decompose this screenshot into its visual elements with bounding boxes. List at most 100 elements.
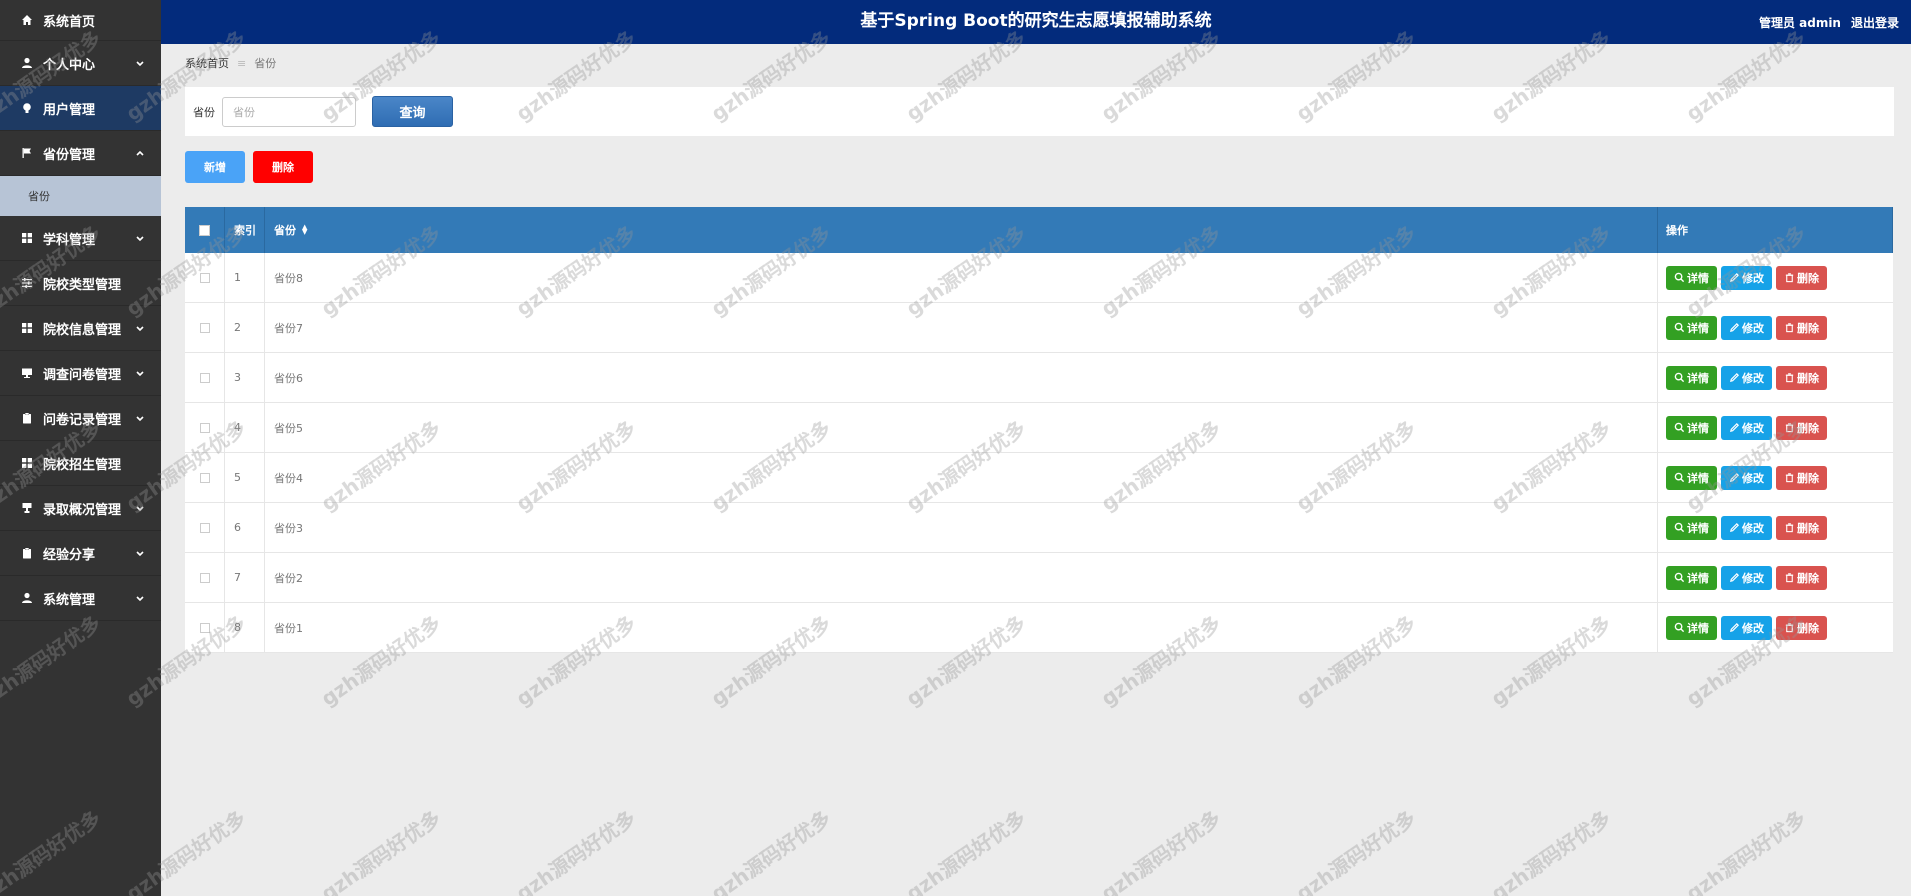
- detail-button[interactable]: 详情: [1666, 415, 1717, 440]
- chevron-down-icon: [135, 593, 145, 603]
- detail-label: 详情: [1687, 271, 1709, 285]
- clipboard-icon: [20, 411, 34, 425]
- table-header: 索引 省份 ▲ ▼ 操作: [185, 207, 1893, 253]
- detail-button[interactable]: 详情: [1666, 365, 1717, 390]
- trash-icon: [1784, 622, 1795, 633]
- row-checkbox[interactable]: [199, 422, 210, 433]
- edit-button[interactable]: 修改: [1721, 315, 1772, 340]
- logout-link[interactable]: 退出登录: [1851, 14, 1899, 31]
- detail-button[interactable]: 详情: [1666, 315, 1717, 340]
- edit-button[interactable]: 修改: [1721, 515, 1772, 540]
- watermark-text: gzh源码好优多: [1681, 805, 1811, 896]
- sidebar-item-5[interactable]: 学科管理: [0, 216, 161, 261]
- row-checkbox[interactable]: [199, 372, 210, 383]
- delete-label: 删除: [1797, 521, 1819, 535]
- row-province: 省份1: [274, 621, 303, 635]
- sidebar-item-label: 用户管理: [43, 102, 96, 118]
- edit-icon: [1729, 622, 1740, 633]
- sidebar-item-7[interactable]: 院校信息管理: [0, 306, 161, 351]
- sidebar-item-9[interactable]: 问卷记录管理: [0, 396, 161, 441]
- table-row: 2 省份7 详情 修改 删除: [185, 303, 1893, 353]
- edit-button[interactable]: 修改: [1721, 615, 1772, 640]
- row-province: 省份4: [274, 471, 303, 485]
- edit-button[interactable]: 修改: [1721, 365, 1772, 390]
- row-checkbox[interactable]: [199, 622, 210, 633]
- sidebar-subitem-province[interactable]: 省份: [0, 176, 161, 216]
- batch-delete-button[interactable]: 删除: [253, 151, 313, 183]
- detail-button[interactable]: 详情: [1666, 615, 1717, 640]
- sidebar-item-label: 系统首页: [43, 14, 96, 30]
- watermark-text: gzh源码好优多: [1096, 805, 1226, 896]
- delete-button[interactable]: 删除: [1776, 265, 1827, 290]
- search-icon: [1674, 472, 1685, 483]
- delete-button[interactable]: 删除: [1776, 615, 1827, 640]
- detail-button[interactable]: 详情: [1666, 515, 1717, 540]
- bulb-icon: [20, 101, 34, 115]
- sidebar-item-4[interactable]: 省份管理: [0, 131, 161, 176]
- sidebar-item-13[interactable]: 系统管理: [0, 576, 161, 621]
- add-button[interactable]: 新增: [185, 151, 245, 183]
- sidebar-item-8[interactable]: 调查问卷管理: [0, 351, 161, 396]
- row-index: 3: [234, 371, 241, 384]
- sidebar-item-label: 院校类型管理: [43, 277, 122, 293]
- table-row: 7 省份2 详情 修改 删除: [185, 553, 1893, 603]
- trash-icon: [1784, 322, 1795, 333]
- header-ops: 操作: [1666, 224, 1688, 237]
- edit-label: 修改: [1742, 421, 1764, 435]
- sort-icon[interactable]: ▲ ▼: [302, 224, 307, 236]
- edit-icon: [1729, 472, 1740, 483]
- edit-button[interactable]: 修改: [1721, 265, 1772, 290]
- row-checkbox[interactable]: [199, 522, 210, 533]
- search-panel: 省份 查询: [185, 87, 1894, 136]
- edit-icon: [1729, 272, 1740, 283]
- detail-label: 详情: [1687, 371, 1709, 385]
- sidebar-item-3[interactable]: 用户管理: [0, 86, 161, 131]
- query-button[interactable]: 查询: [372, 96, 453, 127]
- grid-icon: [20, 321, 34, 335]
- search-icon: [1674, 622, 1685, 633]
- delete-button[interactable]: 删除: [1776, 565, 1827, 590]
- detail-button[interactable]: 详情: [1666, 465, 1717, 490]
- delete-button[interactable]: 删除: [1776, 315, 1827, 340]
- edit-button[interactable]: 修改: [1721, 415, 1772, 440]
- edit-icon: [1729, 422, 1740, 433]
- detail-button[interactable]: 详情: [1666, 265, 1717, 290]
- search-icon: [1674, 572, 1685, 583]
- sidebar-item-1[interactable]: 系统首页: [0, 0, 161, 41]
- detail-button[interactable]: 详情: [1666, 565, 1717, 590]
- search-icon: [1674, 322, 1685, 333]
- search-label: 省份: [193, 106, 215, 119]
- clipboard-icon: [20, 546, 34, 560]
- sidebar-item-12[interactable]: 经验分享: [0, 531, 161, 576]
- province-search-input[interactable]: [222, 97, 356, 127]
- detail-label: 详情: [1687, 471, 1709, 485]
- row-checkbox[interactable]: [199, 472, 210, 483]
- row-checkbox[interactable]: [199, 322, 210, 333]
- user-icon: [20, 56, 34, 70]
- delete-button[interactable]: 删除: [1776, 365, 1827, 390]
- sidebar-item-6[interactable]: 院校类型管理: [0, 261, 161, 306]
- sidebar-item-2[interactable]: 个人中心: [0, 41, 161, 86]
- edit-icon: [1729, 572, 1740, 583]
- chevron-down-icon: [135, 323, 145, 333]
- delete-button[interactable]: 删除: [1776, 415, 1827, 440]
- edit-button[interactable]: 修改: [1721, 565, 1772, 590]
- table-row: 1 省份8 详情 修改 删除: [185, 253, 1893, 303]
- row-checkbox[interactable]: [199, 272, 210, 283]
- table-row: 6 省份3 详情 修改 删除: [185, 503, 1893, 553]
- delete-button[interactable]: 删除: [1776, 515, 1827, 540]
- stamp-icon: [20, 501, 34, 515]
- sidebar-item-11[interactable]: 录取概况管理: [0, 486, 161, 531]
- edit-button[interactable]: 修改: [1721, 465, 1772, 490]
- edit-label: 修改: [1742, 571, 1764, 585]
- trash-icon: [1784, 372, 1795, 383]
- delete-label: 删除: [1797, 471, 1819, 485]
- row-checkbox[interactable]: [199, 572, 210, 583]
- sidebar-item-10[interactable]: 院校招生管理: [0, 441, 161, 486]
- delete-button[interactable]: 删除: [1776, 465, 1827, 490]
- sidebar-item-label: 院校招生管理: [43, 457, 122, 473]
- search-icon: [1674, 372, 1685, 383]
- breadcrumb-home[interactable]: 系统首页: [185, 55, 229, 71]
- header-province-sortable[interactable]: 省份 ▲ ▼: [265, 207, 1658, 253]
- select-all-checkbox[interactable]: [199, 224, 210, 236]
